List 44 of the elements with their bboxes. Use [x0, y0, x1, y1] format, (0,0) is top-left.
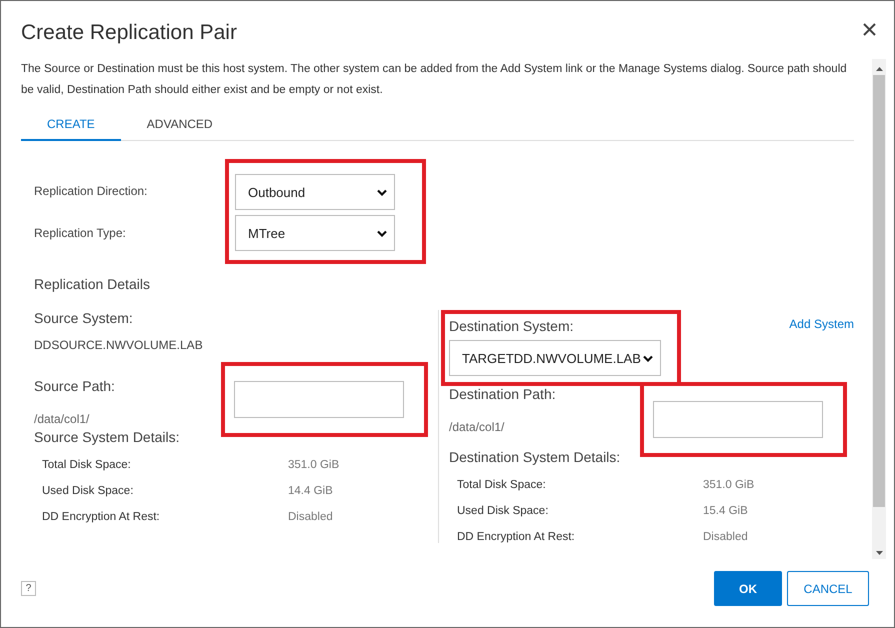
add-system-link[interactable]: Add System [789, 317, 854, 331]
dropdown[interactable]: TARGETDD.NWVOLUME.LAB [449, 340, 661, 376]
chevron-icon [643, 354, 653, 362]
detail-value: 351.0 GiB [288, 459, 340, 471]
field-label: Replication Type: [34, 226, 127, 240]
dialog-description: The Source or Destination must be this host system. The other system can be added from the Add System link or the Manage Systems dialog. Source path should be valid, Destination Path should either exist and be empty or not exist. [21, 62, 848, 98]
ok-button[interactable]: OK [714, 571, 782, 606]
input-field[interactable] [653, 401, 823, 438]
detail-label: DD Encryption At Rest: [457, 531, 576, 543]
dropdown[interactable]: Outbound [235, 174, 395, 210]
detail-value: Disabled [288, 511, 333, 523]
tab[interactable]: ADVANCED [120, 109, 239, 141]
tab[interactable]: CREATE [21, 109, 121, 141]
chevron-icon [377, 230, 387, 236]
detail-label: Used Disk Space: [42, 485, 134, 497]
detail-label: Total Disk Space: [457, 479, 547, 491]
cancel-button[interactable]: CANCEL [787, 571, 869, 606]
detail-label: Used Disk Space: [457, 505, 550, 517]
detail-value: 351.0 GiB [703, 479, 754, 491]
detail-value: 14.4 GiB [288, 485, 333, 497]
path-text: /data/col1/ [449, 420, 506, 434]
scroll-up-icon[interactable] [876, 67, 882, 71]
section-heading: Source System Details: [34, 429, 180, 445]
field-label: Source Path: [34, 378, 116, 394]
detail-label: DD Encryption At Rest: [42, 511, 161, 523]
scrollbar[interactable] [872, 59, 886, 559]
scroll-down-icon[interactable] [876, 551, 882, 555]
detail-value: Disabled [703, 531, 748, 543]
field-label: Replication Direction: [34, 184, 148, 198]
section-heading: Replication Details [34, 276, 151, 292]
dialog-title: Create Replication Pair [21, 21, 237, 45]
detail-label: Total Disk Space: [42, 459, 132, 471]
field-label: Source System: [34, 310, 134, 326]
field-label: Destination Path: [449, 386, 557, 402]
chevron-icon [377, 188, 387, 196]
close-icon[interactable] [863, 22, 876, 36]
section-heading: Destination System Details: [449, 449, 622, 465]
help-button[interactable]: ? [21, 581, 36, 596]
dropdown[interactable]: MTree [235, 215, 395, 251]
field-label: Destination System: [449, 318, 574, 334]
system-name: DDSOURCE.NWVOLUME.LAB [34, 338, 204, 352]
detail-value: 15.4 GiB [703, 505, 748, 517]
input-field[interactable] [234, 381, 404, 418]
path-text: /data/col1/ [34, 412, 90, 426]
